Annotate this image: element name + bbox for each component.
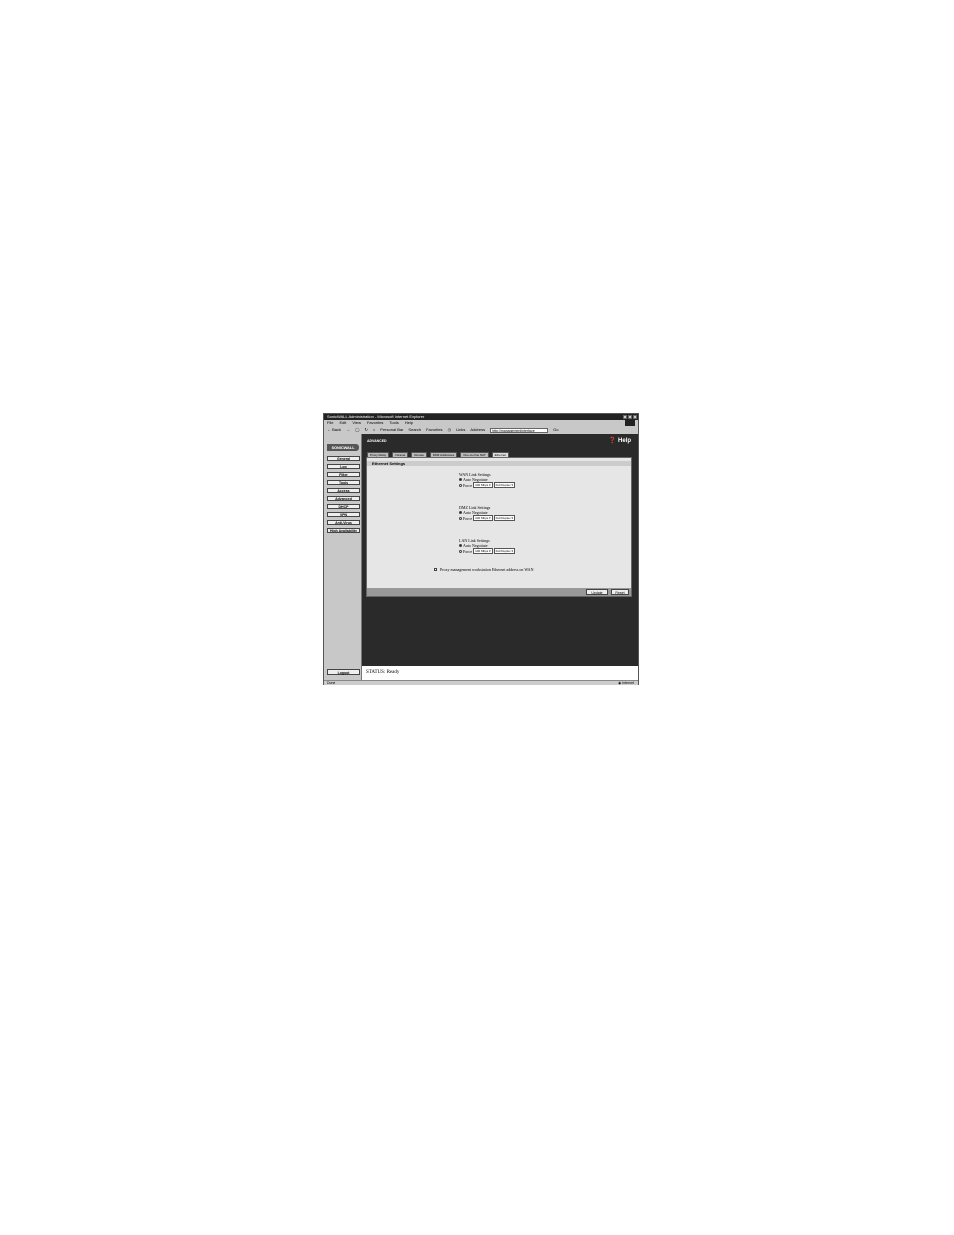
help-label: Help [617, 438, 631, 444]
sidebar-item-anti-virus[interactable]: Anti-Virus [327, 520, 360, 525]
page-content: SONICWALL General Log Filter Tools Acces… [324, 434, 638, 680]
logout-button[interactable]: Logout [327, 669, 360, 675]
status-text: STATUS: Ready [362, 666, 638, 680]
force-label: Force [463, 482, 473, 488]
duplex-value: Full Duplex [495, 483, 511, 487]
dmz-auto-radio[interactable] [459, 511, 462, 514]
refresh-icon[interactable]: ↻ [365, 426, 368, 434]
maximize-button[interactable] [628, 415, 632, 419]
home-icon[interactable]: ⌂ [373, 426, 375, 434]
browser-toolbar: ← Back → ◯ ↻ ⌂ Personal Bar Search Favor… [324, 426, 638, 434]
sidebar-item-advanced[interactable]: Advanced [327, 496, 360, 501]
update-button[interactable]: Update [586, 589, 608, 595]
wan-duplex-select[interactable]: Full Duplex ▾ [493, 482, 515, 488]
speed-value: 100 Mbps [475, 549, 489, 553]
browser-window: SonicWALL Administration - Microsoft Int… [323, 413, 639, 685]
history-icon[interactable]: ◷ [448, 426, 452, 434]
speed-value: 100 Mbps [475, 483, 489, 487]
action-bar: Update Reset [367, 588, 631, 596]
links-button[interactable]: Links [456, 426, 465, 434]
zone-label: Internet [622, 681, 634, 685]
window-title: SonicWALL Administration - Microsoft Int… [327, 414, 425, 419]
sonicwall-logo: SONICWALL [327, 444, 359, 451]
sidebar-item-log[interactable]: Log [327, 464, 360, 469]
lan-speed-select[interactable]: 100 Mbps ▾ [473, 548, 493, 554]
proxy-option-row: Proxy management workstation Ethernet ad… [434, 567, 533, 572]
sidebar-item-general[interactable]: General [327, 456, 360, 461]
main-area: ADVANCED ❓ Help Proxy Relay Intranet Rou… [362, 434, 638, 680]
close-button[interactable] [633, 415, 637, 419]
lan-force-radio[interactable] [459, 549, 462, 553]
dmz-duplex-select[interactable]: Full Duplex ▾ [493, 515, 515, 521]
go-button[interactable]: Go [553, 426, 558, 434]
address-input[interactable]: http://managementinterface [490, 427, 549, 433]
sidebar: SONICWALL General Log Filter Tools Acces… [324, 434, 362, 680]
back-label: Back [332, 427, 342, 432]
address-label: Address [470, 427, 486, 432]
wan-auto-radio[interactable] [459, 478, 462, 481]
internet-zone: ◉ Internet [618, 681, 634, 686]
sidebar-item-filter[interactable]: Filter [327, 472, 360, 477]
wan-link-settings: WAN Link Settings Auto Negotiate Force 1… [459, 472, 515, 488]
forward-button[interactable]: → [346, 426, 350, 434]
reset-button[interactable]: Reset [611, 589, 629, 595]
duplex-value: Full Duplex [495, 516, 511, 520]
dmz-speed-select[interactable]: 100 Mbps ▾ [473, 515, 493, 521]
sidebar-item-access[interactable]: Access [327, 488, 360, 493]
help-icon: ❓ [608, 438, 617, 444]
force-label: Force [463, 548, 473, 554]
lan-auto-radio[interactable] [459, 544, 462, 547]
panel-title: Ethernet Settings [367, 461, 631, 466]
minimize-button[interactable] [623, 415, 627, 419]
back-button[interactable]: ← Back [327, 426, 341, 434]
sidebar-item-tools[interactable]: Tools [327, 480, 360, 485]
dmz-link-settings: DMZ Link Settings Auto Negotiate Force 1… [459, 505, 515, 521]
help-button[interactable]: ❓ Help [609, 437, 631, 444]
personal-bar-button[interactable]: Personal Bar [380, 426, 403, 434]
sidebar-item-vpn[interactable]: VPN [327, 512, 360, 517]
speed-value: 100 Mbps [475, 516, 489, 520]
sidebar-item-dhcp[interactable]: DHCP [327, 504, 360, 509]
dmz-force-radio[interactable] [459, 516, 462, 520]
stop-icon[interactable]: ◯ [355, 426, 359, 434]
status-done: Done [327, 681, 336, 685]
sidebar-item-high-availability[interactable]: High Availability [327, 528, 360, 533]
duplex-value: Full Duplex [495, 549, 511, 553]
proxy-checkbox[interactable] [434, 568, 437, 571]
favorites-button[interactable]: Favorites [426, 426, 442, 434]
force-label: Force [463, 515, 473, 521]
wan-force-radio[interactable] [459, 483, 462, 487]
browser-status-bar: Done ◉ Internet [324, 680, 638, 685]
globe-icon: ◉ [618, 681, 622, 685]
wan-speed-select[interactable]: 100 Mbps ▾ [473, 482, 493, 488]
search-button[interactable]: Search [408, 426, 421, 434]
page-title: ADVANCED [367, 439, 387, 443]
lan-link-settings: LAN Link Settings Auto Negotiate Force 1… [459, 538, 515, 554]
ethernet-settings-panel: Ethernet Settings WAN Link Settings Auto… [366, 457, 632, 597]
proxy-label: Proxy management workstation Ethernet ad… [440, 567, 534, 572]
lan-duplex-select[interactable]: Full Duplex ▾ [493, 548, 515, 554]
